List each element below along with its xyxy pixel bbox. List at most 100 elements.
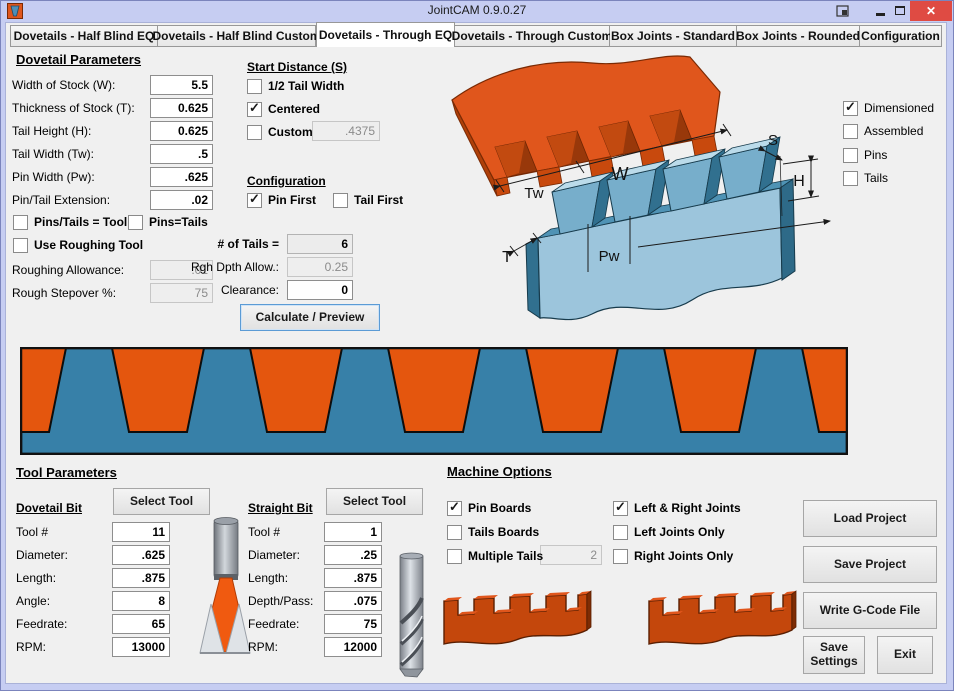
multiple-tails-checkbox[interactable]	[447, 549, 462, 564]
left-joints-only-checkbox[interactable]	[613, 525, 628, 540]
save-settings-button[interactable]: Save Settings	[803, 636, 865, 674]
pin-width-label: Pin Width (Pw):	[12, 170, 95, 184]
param-row: Tail Width (Tw): .5	[12, 144, 222, 164]
save-project-button[interactable]: Save Project	[803, 546, 937, 583]
param-row: Thickness of Stock (T): 0.625	[12, 98, 222, 118]
straight-diameter-input[interactable]: .25	[324, 545, 382, 565]
use-roughing-checkbox[interactable]	[13, 238, 28, 253]
width-of-stock-label: Width of Stock (W):	[12, 78, 115, 92]
exit-button[interactable]: Exit	[877, 636, 933, 674]
tail-width-input[interactable]: .5	[150, 144, 213, 164]
tab-box-joints-standard[interactable]: Box Joints - Standard	[610, 25, 737, 47]
clearance-row: Clearance: 0	[185, 280, 353, 300]
tail-height-input[interactable]: 0.625	[150, 121, 213, 141]
pins-eq-tails-label: Pins=Tails	[149, 215, 208, 229]
custom-checkbox[interactable]	[247, 125, 262, 140]
assembled-checkbox[interactable]	[843, 124, 858, 139]
assembled-label: Assembled	[864, 124, 923, 138]
tab-bar: Dovetails - Half Blind EQ Dovetails - Ha…	[10, 22, 942, 47]
select-straight-tool-button[interactable]: Select Tool	[326, 488, 423, 515]
clearance-input[interactable]: 0	[287, 280, 353, 300]
tool-row: Diameter: .625	[16, 545, 174, 565]
tail-first-label: Tail First	[354, 193, 403, 207]
half-tail-width-option: 1/2 Tail Width	[247, 78, 344, 94]
dovetail-tool-number-input[interactable]: 11	[112, 522, 170, 542]
dovetail-rpm-input[interactable]: 13000	[112, 637, 170, 657]
tool-row: Feedrate: 65	[16, 614, 174, 634]
thickness-of-stock-input[interactable]: 0.625	[150, 98, 213, 118]
input-panel-icon[interactable]	[836, 4, 850, 18]
straight-tool-number-input[interactable]: 1	[324, 522, 382, 542]
select-dovetail-tool-button[interactable]: Select Tool	[113, 488, 210, 515]
window-title: JointCAM 0.9.0.27	[0, 3, 954, 17]
pin-width-input[interactable]: .625	[150, 167, 213, 187]
maximize-icon[interactable]	[895, 6, 905, 15]
dovetail-bit-heading: Dovetail Bit	[16, 501, 82, 515]
tail-first-checkbox[interactable]	[333, 193, 348, 208]
param-row: Pin Width (Pw): .625	[12, 167, 222, 187]
dovetail-feedrate-input[interactable]: 65	[112, 614, 170, 634]
tool-row: RPM: 13000	[16, 637, 174, 657]
centered-option: Centered	[247, 101, 320, 117]
dimensioned-label: Dimensioned	[864, 101, 934, 115]
tails-label: Tails	[864, 171, 888, 185]
num-tails-output: 6	[287, 234, 353, 254]
tab-configuration[interactable]: Configuration	[860, 25, 942, 47]
straight-diameter-label: Diameter:	[248, 548, 300, 562]
tool-row: RPM: 12000	[248, 637, 388, 657]
straight-length-input[interactable]: .875	[324, 568, 382, 588]
dovetail-angle-input[interactable]: 8	[112, 591, 170, 611]
dimensioned-option: Dimensioned	[843, 100, 934, 116]
param-row: Pin/Tail Extension: .02	[12, 190, 222, 210]
pin-boards-checkbox[interactable]	[447, 501, 462, 516]
num-tails-label: # of Tails =	[218, 237, 279, 251]
tab-dovetails-half-blind-eq[interactable]: Dovetails - Half Blind EQ	[10, 25, 158, 47]
pins-label: Pins	[864, 148, 887, 162]
half-tail-width-checkbox[interactable]	[247, 79, 262, 94]
tab-dovetails-half-blind-custom[interactable]: Dovetails - Half Blind Custom	[158, 25, 316, 47]
dovetail-diameter-input[interactable]: .625	[112, 545, 170, 565]
pins-tails-tool-checkbox[interactable]	[13, 215, 28, 230]
tab-dovetails-through-custom[interactable]: Dovetails - Through Custom	[455, 25, 610, 47]
roughing-allowance-label: Roughing Allowance:	[12, 263, 124, 277]
straight-feedrate-input[interactable]: 75	[324, 614, 382, 634]
straight-bit-image	[394, 552, 430, 678]
right-joints-only-checkbox[interactable]	[613, 549, 628, 564]
straight-bit-heading: Straight Bit	[248, 501, 313, 515]
minimize-icon[interactable]	[876, 13, 885, 16]
multiple-tails-option: Multiple Tails	[447, 548, 543, 564]
custom-start-input: .4375	[312, 121, 380, 141]
calculate-preview-button[interactable]: Calculate / Preview	[240, 304, 380, 331]
straight-rpm-input[interactable]: 12000	[324, 637, 382, 657]
dovetail-length-input[interactable]: .875	[112, 568, 170, 588]
pins-eq-tails-checkbox[interactable]	[128, 215, 143, 230]
straight-tool-number-label: Tool #	[248, 525, 280, 539]
right-joints-only-option: Right Joints Only	[613, 548, 733, 564]
pin-first-checkbox[interactable]	[247, 193, 262, 208]
tool-row: Tool # 1	[248, 522, 388, 542]
left-right-joints-checkbox[interactable]	[613, 501, 628, 516]
custom-option: Custom	[247, 124, 313, 140]
pin-board-preview-left	[440, 584, 592, 654]
write-gcode-button[interactable]: Write G-Code File	[803, 592, 937, 629]
pins-checkbox[interactable]	[843, 148, 858, 163]
load-project-button[interactable]: Load Project	[803, 500, 937, 537]
tab-box-joints-rounded[interactable]: Box Joints - Rounded	[737, 25, 860, 47]
titlebar: JointCAM 0.9.0.27 ✕	[0, 0, 954, 22]
tails-boards-checkbox[interactable]	[447, 525, 462, 540]
dimensioned-checkbox[interactable]	[843, 101, 858, 116]
straight-length-label: Length:	[248, 571, 288, 585]
centered-checkbox[interactable]	[247, 102, 262, 117]
tab-dovetails-through-eq[interactable]: Dovetails - Through EQ	[316, 22, 455, 47]
straight-depth-pass-input[interactable]: .075	[324, 591, 382, 611]
app-window: JointCAM 0.9.0.27 ✕ Dovetails - Half Bli…	[0, 0, 954, 691]
close-button[interactable]: ✕	[910, 1, 952, 21]
tails-checkbox[interactable]	[843, 171, 858, 186]
straight-rpm-label: RPM:	[248, 640, 278, 654]
tail-width-label: Tail Width (Tw):	[12, 147, 94, 161]
left-right-joints-option: Left & Right Joints	[613, 500, 741, 516]
pin-tail-extension-input[interactable]: .02	[150, 190, 213, 210]
use-roughing-option: Use Roughing Tool	[13, 237, 143, 253]
width-of-stock-input[interactable]: 5.5	[150, 75, 213, 95]
tool-parameters-heading: Tool Parameters	[16, 465, 117, 480]
